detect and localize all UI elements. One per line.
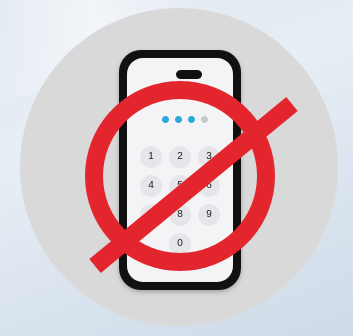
prohibition-icon — [85, 81, 298, 273]
